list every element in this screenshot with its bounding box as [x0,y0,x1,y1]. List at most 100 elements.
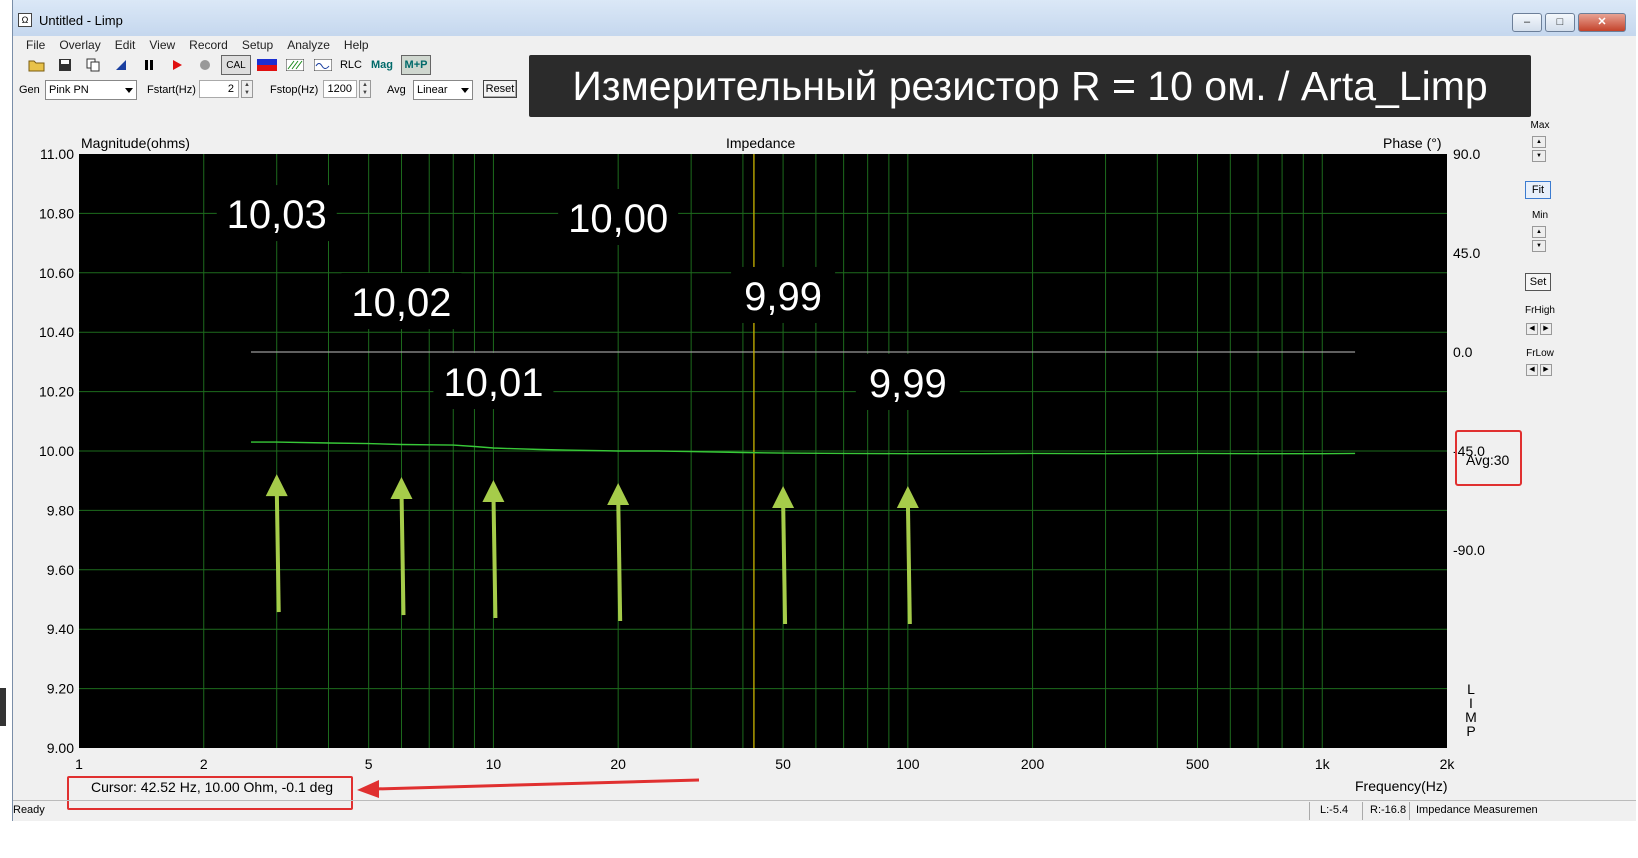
min-down-button[interactable]: ▼ [1532,240,1546,252]
filter-button[interactable] [283,55,307,75]
max-label: Max [1530,120,1550,131]
chevron-down-icon [125,88,133,93]
y-tick-label: 10.80 [39,205,74,221]
annotation-arrow [905,497,912,625]
pause-icon [145,60,153,70]
wave-button[interactable] [311,55,335,75]
y-tick-label: 9.00 [47,740,74,756]
y-tick-label: 10.60 [39,265,74,281]
flag-icon [257,59,277,71]
copy-button[interactable] [81,55,105,75]
marker-icon [116,60,126,70]
x-tick-label: 2k [1440,756,1456,772]
limp-letter: L [1467,681,1475,697]
avg-value: Linear [417,84,448,96]
avg-select[interactable]: Linear [413,80,473,100]
limp-window: Ω Untitled - Limp – □ ✕ File Overlay Edi… [12,0,1636,858]
annotation-arrow [274,486,281,613]
gen-select[interactable]: Pink PN [45,80,137,100]
plot-area: Magnitude(ohms) Impedance Phase (°) Freq… [13,118,1509,798]
y2-tick-label: -90.0 [1453,542,1485,558]
annotation-arrow [781,497,788,625]
menu-setup[interactable]: Setup [235,36,280,54]
menu-view[interactable]: View [142,36,182,54]
y-tick-label: 9.40 [47,621,74,637]
menu-record[interactable]: Record [182,36,235,54]
x-tick-label: 500 [1186,756,1210,772]
app-icon: Ω [18,13,32,27]
frhigh-left-button[interactable]: ◀ [1526,323,1538,335]
value-callout: 9,99 [869,362,947,406]
readout-pointer-arrow [374,778,700,791]
mp-button[interactable]: M+P [401,55,431,75]
save-button[interactable] [53,55,77,75]
x-tick-label: 50 [775,756,791,772]
value-callout: 10,03 [227,193,327,237]
arrow-left-icon [357,780,379,798]
min-label: Min [1531,210,1549,221]
pause-button[interactable] [137,55,161,75]
maximize-button[interactable]: □ [1545,13,1575,32]
play-button[interactable] [165,55,189,75]
wave-icon [314,59,332,71]
frlow-left-button[interactable]: ◀ [1526,364,1538,376]
minimize-button[interactable]: – [1512,13,1542,32]
mag-button[interactable]: Mag [367,55,397,75]
y2-tick-label: 0.0 [1453,344,1473,360]
avg-label: Avg [387,84,406,96]
max-up-button[interactable]: ▲ [1532,136,1546,148]
close-icon: ✕ [1597,16,1607,28]
y2-tick-label: 45.0 [1453,245,1480,261]
fstart-label: Fstart(Hz) [147,84,196,96]
status-divider [1309,802,1310,820]
flag-button[interactable] [255,55,279,75]
save-icon [59,59,71,71]
limp-vertical-label: L I M P [1465,682,1477,738]
close-button[interactable]: ✕ [1578,13,1626,32]
record-icon [200,60,210,70]
frhigh-right-button[interactable]: ▶ [1540,323,1552,335]
avg-readout: Avg:30 [1455,430,1522,486]
record-button[interactable] [193,55,217,75]
title-bar[interactable]: Ω Untitled - Limp – □ ✕ [13,0,1636,36]
max-down-button[interactable]: ▼ [1532,150,1546,162]
set-button[interactable]: Set [1525,273,1551,291]
menu-edit[interactable]: Edit [108,36,143,54]
fstop-stepper[interactable]: ▲ ▼ [359,80,371,98]
fstart-stepper[interactable]: ▲ ▼ [241,80,253,98]
frhigh-label: FrHigh [1524,305,1555,316]
menu-overlay[interactable]: Overlay [52,36,107,54]
y-tick-label: 10.00 [39,443,74,459]
play-icon [173,60,182,70]
fit-button[interactable]: Fit [1525,181,1551,199]
x-tick-label: 1 [75,756,83,772]
annotation-arrow [399,489,406,616]
open-button[interactable] [25,55,49,75]
y2-tick-label: 90.0 [1453,146,1480,162]
maximize-icon: □ [1556,16,1564,28]
menu-file[interactable]: File [19,36,52,54]
y-tick-label: 10.20 [39,384,74,400]
rlc-button[interactable]: RLC [339,55,363,75]
menu-help[interactable]: Help [337,36,376,54]
status-ready: Ready [13,804,45,816]
screen: Ω Untitled - Limp – □ ✕ File Overlay Edi… [0,0,1638,858]
limp-letter: M [1465,709,1477,725]
y-tick-label: 9.60 [47,562,74,578]
marker-button[interactable] [109,55,133,75]
limp-letter: P [1466,723,1476,739]
reset-button[interactable]: Reset [483,80,517,98]
desktop-edge [0,0,12,858]
y-tick-label: 11.00 [40,146,74,162]
y-tick-label: 10.40 [39,324,74,340]
menu-analyze[interactable]: Analyze [280,36,337,54]
status-divider [1409,802,1410,820]
frlow-right-button[interactable]: ▶ [1540,364,1552,376]
impedance-chart[interactable]: 11.00 10.80 10.60 10.40 10.20 10.00 9.80 9.60 9.… [13,118,1509,798]
open-folder-icon [28,60,45,72]
fstop-input[interactable]: 1200 [323,80,357,98]
fstart-input[interactable]: 2 [199,80,239,98]
min-up-button[interactable]: ▲ [1532,226,1546,238]
cal-button[interactable]: CAL [221,55,251,75]
frlow-label: FrLow [1526,348,1554,359]
